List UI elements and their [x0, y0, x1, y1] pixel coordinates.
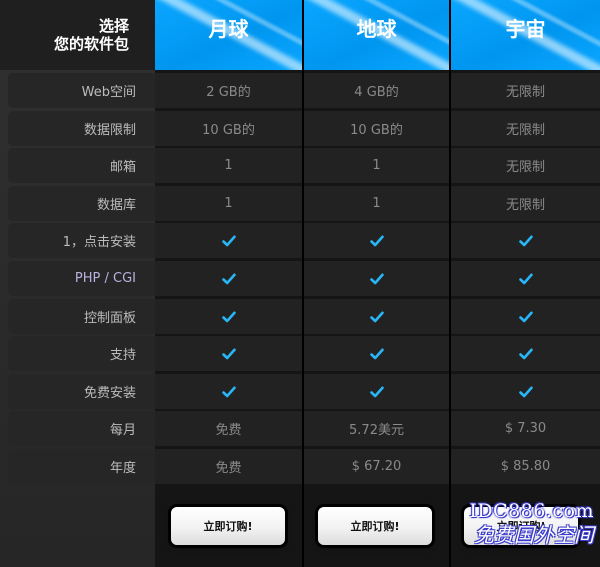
feature-label: 每月	[8, 411, 155, 446]
feature-included-cell	[451, 223, 600, 258]
feature-included-cell	[155, 299, 302, 334]
feature-label: 免费安装	[8, 374, 155, 409]
feature-value: 无限制	[451, 186, 600, 221]
feature-included-cell	[155, 223, 302, 258]
checkmark-icon	[221, 273, 236, 284]
pricing-table-title: 选择 您的软件包	[0, 0, 155, 70]
feature-value: 免费	[155, 411, 302, 446]
plan-name: 宇宙	[505, 17, 546, 41]
feature-value: 10 GB的	[155, 111, 302, 146]
order-button-moon[interactable]: 立即订购!	[171, 507, 285, 545]
checkmark-icon	[518, 386, 533, 397]
checkmark-icon	[221, 311, 236, 322]
feature-included-cell	[155, 261, 302, 296]
feature-label: 数据限制	[8, 111, 155, 146]
table-row: PHP / CGI	[8, 261, 600, 296]
watermark-slogan: 免费国外空间	[474, 523, 594, 547]
feature-included-cell	[304, 299, 449, 334]
feature-label: 数据库	[8, 186, 155, 221]
feature-value: $ 85.80	[451, 449, 600, 484]
feature-label: PHP / CGI	[8, 261, 155, 296]
table-row: 数据限制 10 GB的 10 GB的 无限制	[8, 111, 600, 146]
feature-label: 邮箱	[8, 148, 155, 183]
checkmark-icon	[221, 348, 236, 359]
checkmark-icon	[518, 311, 533, 322]
table-row: 邮箱 1 1 无限制	[8, 148, 600, 183]
feature-value: 5.72美元	[304, 411, 449, 446]
feature-included-cell	[304, 261, 449, 296]
feature-value: 1	[155, 148, 302, 183]
feature-value: 2 GB的	[155, 73, 302, 108]
checkmark-icon	[221, 235, 236, 246]
checkmark-icon	[369, 311, 384, 322]
feature-included-cell	[304, 223, 449, 258]
title-line-1: 选择	[98, 17, 129, 35]
plan-name: 地球	[356, 17, 397, 41]
checkmark-icon	[369, 348, 384, 359]
feature-included-cell	[451, 374, 600, 409]
feature-value: 免费	[155, 449, 302, 484]
table-row: 1，点击安装	[8, 223, 600, 258]
checkmark-icon	[221, 386, 236, 397]
site-watermark: IDC886.com 免费国外空间	[469, 500, 594, 548]
plan-header-earth: 地球	[304, 0, 449, 70]
feature-included-cell	[451, 299, 600, 334]
table-row: 免费安装	[8, 374, 600, 409]
feature-included-cell	[304, 374, 449, 409]
table-row: 每月 免费 5.72美元 $ 7.30	[8, 411, 600, 446]
feature-included-cell	[304, 336, 449, 371]
checkmark-icon	[518, 235, 533, 246]
feature-included-cell	[155, 374, 302, 409]
feature-included-cell	[155, 336, 302, 371]
checkmark-icon	[518, 273, 533, 284]
checkmark-icon	[369, 386, 384, 397]
order-button-earth[interactable]: 立即订购!	[318, 507, 432, 545]
feature-value: $ 7.30	[451, 411, 600, 446]
feature-value: 无限制	[451, 148, 600, 183]
feature-label: 年度	[8, 449, 155, 484]
table-row: 数据库 1 1 无限制	[8, 186, 600, 221]
table-row: Web空间 2 GB的 4 GB的 无限制	[8, 73, 600, 108]
feature-value: 10 GB的	[304, 111, 449, 146]
checkmark-icon	[369, 273, 384, 284]
table-row: 控制面板	[8, 299, 600, 334]
feature-value: $ 67.20	[304, 449, 449, 484]
feature-value: 4 GB的	[304, 73, 449, 108]
feature-value: 1	[304, 186, 449, 221]
feature-value: 1	[304, 148, 449, 183]
plan-header-moon: 月球	[155, 0, 302, 70]
checkmark-icon	[369, 235, 384, 246]
feature-included-cell	[451, 261, 600, 296]
feature-label: 1，点击安装	[8, 223, 155, 258]
feature-included-cell	[451, 336, 600, 371]
feature-value: 1	[155, 186, 302, 221]
watermark-domain: IDC886.com	[469, 500, 594, 522]
plan-name: 月球	[208, 17, 249, 41]
table-row: 年度 免费 $ 67.20 $ 85.80	[8, 449, 600, 484]
plan-header-universe: 宇宙	[451, 0, 600, 70]
title-line-2: 您的软件包	[53, 35, 129, 53]
feature-label: 控制面板	[8, 299, 155, 334]
feature-label: Web空间	[8, 73, 155, 108]
feature-value: 无限制	[451, 73, 600, 108]
feature-label: 支持	[8, 336, 155, 371]
feature-value: 无限制	[451, 111, 600, 146]
checkmark-icon	[518, 348, 533, 359]
table-row: 支持	[8, 336, 600, 371]
